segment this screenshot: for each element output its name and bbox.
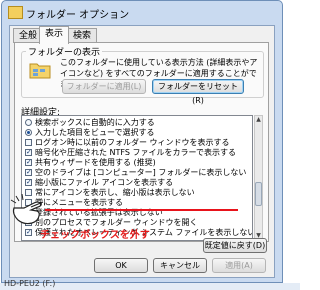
advanced-setting-item[interactable]: 暗号化や圧縮された NTFS ファイルをカラーで表示する [22,147,252,158]
checkbox[interactable] [25,139,32,146]
tab-view[interactable]: 表示 [39,26,70,44]
advanced-setting-label: 縮小版にファイル アイコンを表示する [35,178,174,187]
checkbox[interactable] [25,157,32,167]
advanced-settings-scrollbar[interactable]: ▲ ▼ [254,115,263,241]
advanced-setting-item[interactable]: 常にアイコンを表示し、縮小版は表示しない [22,188,252,198]
advanced-setting-item[interactable]: 常にメニューを表示する [22,198,252,208]
explorer-status-bar: HD-PEU2 (F:) [0,279,300,290]
annotation-text: チェックボックスを外す [40,230,150,241]
annotation-underline [45,209,238,211]
advanced-settings-list[interactable]: 検索ボックスに自動的に入力する 入力した項目をビューで選択する ログオン時に以前のフ… [21,115,253,241]
view-tab-panel: フォルダーの表示 このフォルダーに使用している表示方法 (詳細表示やアイコンなど… [14,42,269,242]
advanced-setting-label: 常にアイコンを表示し、縮小版は表示しない [35,188,195,197]
advanced-setting-label: 検索ボックスに自動的に入力する [35,118,155,127]
checkbox[interactable] [25,227,32,237]
cancel-button[interactable]: キャンセル [153,258,207,273]
checkbox[interactable] [25,147,32,157]
advanced-setting-item[interactable]: 共有ウィザードを使用する (推奨) [22,157,252,168]
scroll-up-icon[interactable]: ▲ [255,116,262,124]
advanced-setting-label: 入力した項目をビューで選択する [35,128,155,137]
advanced-setting-item[interactable]: 検索ボックスに自動的に入力する [22,118,252,128]
advanced-setting-item[interactable]: 空のドライブは [コンピューター] フォルダーに表示しない [22,167,252,178]
radio-button[interactable] [25,129,32,136]
folder-view-icon [29,63,51,79]
advanced-setting-item[interactable]: 縮小版にファイル アイコンを表示する [22,177,252,188]
folder-view-group: フォルダーの表示 このフォルダーに使用している表示方法 (詳細表示やアイコンなど… [21,45,264,105]
advanced-setting-label: 共有ウィザードを使用する (推奨) [35,158,156,167]
apply-button[interactable]: 適用(A) [212,258,266,273]
window-title: フォルダー オプション [26,10,130,21]
checkbox[interactable] [25,167,32,177]
advanced-setting-item[interactable]: ログオン時に以前のフォルダー ウィンドウを表示する [22,138,252,148]
checkbox[interactable] [25,177,32,187]
ok-button[interactable]: OK [94,258,148,273]
restore-defaults-button[interactable]: 既定値に戻す(D) [203,238,267,253]
advanced-setting-label: 空のドライブは [コンピューター] フォルダーに表示しない [35,168,247,177]
title-bar[interactable]: フォルダー オプション [2,1,282,25]
advanced-setting-label: 常にメニューを表示する [35,198,123,207]
tab-search[interactable]: 検索 [67,28,98,43]
folder-icon [8,6,23,19]
apply-to-folders-button[interactable]: フォルダーに適用(L) [62,79,146,94]
reset-folders-button[interactable]: フォルダーをリセット(R) [152,79,244,105]
scroll-thumb[interactable] [255,182,262,206]
advanced-setting-label: 暗号化や圧縮された NTFS ファイルをカラーで表示する [35,148,237,157]
advanced-setting-item[interactable]: 入力した項目をビューで選択する [22,128,252,138]
drive-label: HD-PEU2 (F:) [4,279,56,288]
advanced-setting-label: ログオン時に以前のフォルダー ウィンドウを表示する [35,138,230,147]
radio-button[interactable] [25,119,32,126]
pointing-hand-icon [10,194,44,225]
